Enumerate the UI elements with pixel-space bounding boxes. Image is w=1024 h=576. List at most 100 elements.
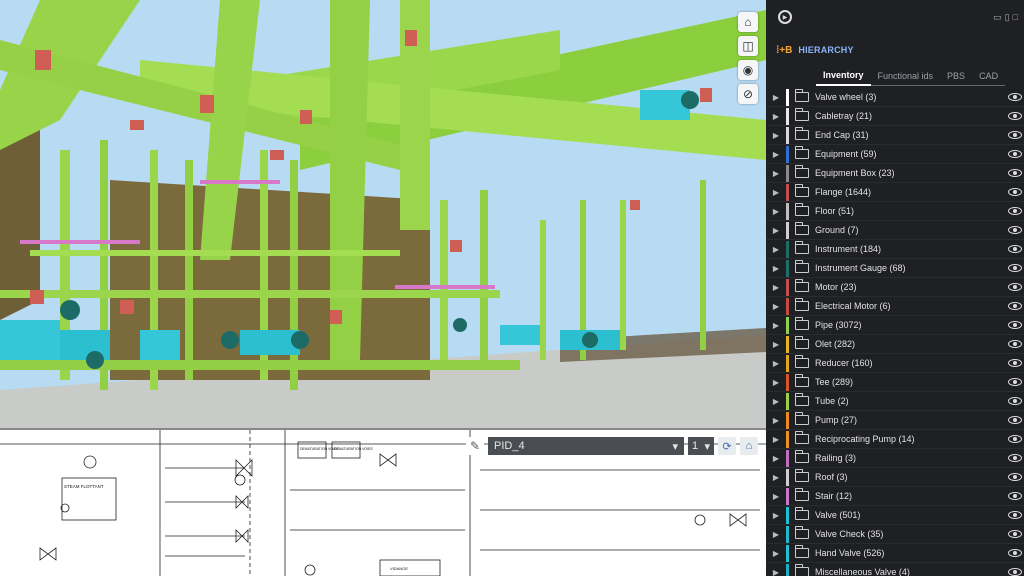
eye-icon[interactable] — [1008, 131, 1022, 139]
list-item[interactable]: ▶ Reducer (160) — [766, 354, 1024, 373]
expand-caret-icon[interactable]: ▶ — [766, 150, 786, 159]
play-icon[interactable]: ▶ — [778, 10, 792, 24]
eye-icon[interactable] — [1008, 473, 1022, 481]
columns-icon[interactable]: ▯ — [1005, 12, 1010, 23]
eye-icon[interactable] — [1008, 188, 1022, 196]
expand-caret-icon[interactable]: ▶ — [766, 283, 786, 292]
expand-caret-icon[interactable]: ▶ — [766, 549, 786, 558]
expand-caret-icon[interactable]: ▶ — [766, 511, 786, 520]
category-color-swatch — [786, 449, 789, 467]
eye-icon[interactable] — [1008, 283, 1022, 291]
window-icon[interactable]: □ — [1013, 12, 1018, 23]
expand-caret-icon[interactable]: ▶ — [766, 435, 786, 444]
eye-icon[interactable] — [1008, 378, 1022, 386]
list-item[interactable]: ▶ Hand Valve (526) — [766, 544, 1024, 563]
list-item[interactable]: ▶ Instrument (184) — [766, 240, 1024, 259]
pid-page-select[interactable]: 1 ▾ — [688, 437, 714, 455]
list-item[interactable]: ▶ Cabletray (21) — [766, 107, 1024, 126]
eye-icon[interactable] — [1008, 416, 1022, 424]
expand-caret-icon[interactable]: ▶ — [766, 530, 786, 539]
sync-icon[interactable]: ⟳ — [718, 437, 736, 455]
list-item[interactable]: ▶ Pump (27) — [766, 411, 1024, 430]
list-item[interactable]: ▶ Floor (51) — [766, 202, 1024, 221]
folder-icon — [794, 108, 809, 121]
expand-caret-icon[interactable]: ▶ — [766, 207, 786, 216]
expand-caret-icon[interactable]: ▶ — [766, 131, 786, 140]
eye-icon[interactable] — [1008, 302, 1022, 310]
expand-caret-icon[interactable]: ▶ — [766, 169, 786, 178]
tab-functional-ids[interactable]: Functional ids — [870, 71, 941, 86]
split-icon[interactable]: ▭ — [993, 12, 1002, 23]
list-item[interactable]: ▶ Olet (282) — [766, 335, 1024, 354]
list-item[interactable]: ▶ Electrical Motor (6) — [766, 297, 1024, 316]
eye-icon[interactable] — [1008, 150, 1022, 158]
expand-caret-icon[interactable]: ▶ — [766, 112, 786, 121]
expand-caret-icon[interactable]: ▶ — [766, 492, 786, 501]
expand-caret-icon[interactable]: ▶ — [766, 226, 786, 235]
list-item[interactable]: ▶ Tube (2) — [766, 392, 1024, 411]
expand-caret-icon[interactable]: ▶ — [766, 245, 786, 254]
folder-icon — [794, 336, 809, 349]
list-item[interactable]: ▶ Railing (3) — [766, 449, 1024, 468]
expand-caret-icon[interactable]: ▶ — [766, 264, 786, 273]
list-item[interactable]: ▶ Ground (7) — [766, 221, 1024, 240]
eye-icon[interactable] — [1008, 321, 1022, 329]
list-item[interactable]: ▶ Valve wheel (3) — [766, 88, 1024, 107]
eye-icon[interactable] — [1008, 93, 1022, 101]
expand-caret-icon[interactable]: ▶ — [766, 340, 786, 349]
home-icon[interactable]: ⌂ — [738, 12, 758, 32]
expand-caret-icon[interactable]: ▶ — [766, 454, 786, 463]
expand-caret-icon[interactable]: ▶ — [766, 93, 786, 102]
list-item[interactable]: ▶ Stair (12) — [766, 487, 1024, 506]
list-item[interactable]: ▶ Miscellaneous Valve (4) — [766, 563, 1024, 576]
eye-icon[interactable] — [1008, 112, 1022, 120]
eye-icon[interactable] — [1008, 511, 1022, 519]
expand-caret-icon[interactable]: ▶ — [766, 359, 786, 368]
eye-icon[interactable] — [1008, 226, 1022, 234]
list-item[interactable]: ▶ Equipment Box (23) — [766, 164, 1024, 183]
list-item[interactable]: ▶ Pipe (3072) — [766, 316, 1024, 335]
list-item[interactable]: ▶ Roof (3) — [766, 468, 1024, 487]
home-icon[interactable]: ⌂ — [740, 437, 758, 455]
cube-view-icon[interactable]: ◫ — [738, 36, 758, 56]
expand-caret-icon[interactable]: ▶ — [766, 188, 786, 197]
tab-cad[interactable]: CAD — [972, 71, 1006, 86]
eye-icon[interactable] — [1008, 549, 1022, 557]
eye-icon[interactable] — [1008, 492, 1022, 500]
tab-pbs[interactable]: PBS — [940, 71, 973, 86]
list-item[interactable]: ▶ Reciprocating Pump (14) — [766, 430, 1024, 449]
pencil-icon[interactable]: ✎ — [466, 437, 484, 455]
pid-document-select[interactable]: PID_4 ▾ — [488, 437, 684, 455]
eye-icon[interactable] — [1008, 454, 1022, 462]
list-item[interactable]: ▶ Instrument Gauge (68) — [766, 259, 1024, 278]
hide-icon[interactable]: ⊘ — [738, 84, 758, 104]
eye-icon[interactable] — [1008, 169, 1022, 177]
expand-caret-icon[interactable]: ▶ — [766, 321, 786, 330]
eye-icon[interactable] — [1008, 435, 1022, 443]
3d-viewport[interactable]: ⌂ ◫ ◉ ⊘ — [0, 0, 766, 428]
visibility-icon[interactable]: ◉ — [738, 60, 758, 80]
list-item[interactable]: ▶ Equipment (59) — [766, 145, 1024, 164]
eye-icon[interactable] — [1008, 245, 1022, 253]
eye-icon[interactable] — [1008, 264, 1022, 272]
category-color-swatch — [786, 430, 789, 448]
list-item[interactable]: ▶ Flange (1644) — [766, 183, 1024, 202]
tab-inventory[interactable]: Inventory — [816, 70, 871, 86]
list-item[interactable]: ▶ End Cap (31) — [766, 126, 1024, 145]
eye-icon[interactable] — [1008, 340, 1022, 348]
eye-icon[interactable] — [1008, 568, 1022, 576]
eye-icon[interactable] — [1008, 530, 1022, 538]
expand-caret-icon[interactable]: ▶ — [766, 416, 786, 425]
expand-caret-icon[interactable]: ▶ — [766, 378, 786, 387]
list-item[interactable]: ▶ Tee (289) — [766, 373, 1024, 392]
expand-caret-icon[interactable]: ▶ — [766, 568, 786, 576]
eye-icon[interactable] — [1008, 207, 1022, 215]
expand-caret-icon[interactable]: ▶ — [766, 302, 786, 311]
list-item[interactable]: ▶ Valve Check (35) — [766, 525, 1024, 544]
expand-caret-icon[interactable]: ▶ — [766, 473, 786, 482]
list-item[interactable]: ▶ Motor (23) — [766, 278, 1024, 297]
expand-caret-icon[interactable]: ▶ — [766, 397, 786, 406]
eye-icon[interactable] — [1008, 359, 1022, 367]
eye-icon[interactable] — [1008, 397, 1022, 405]
list-item[interactable]: ▶ Valve (501) — [766, 506, 1024, 525]
